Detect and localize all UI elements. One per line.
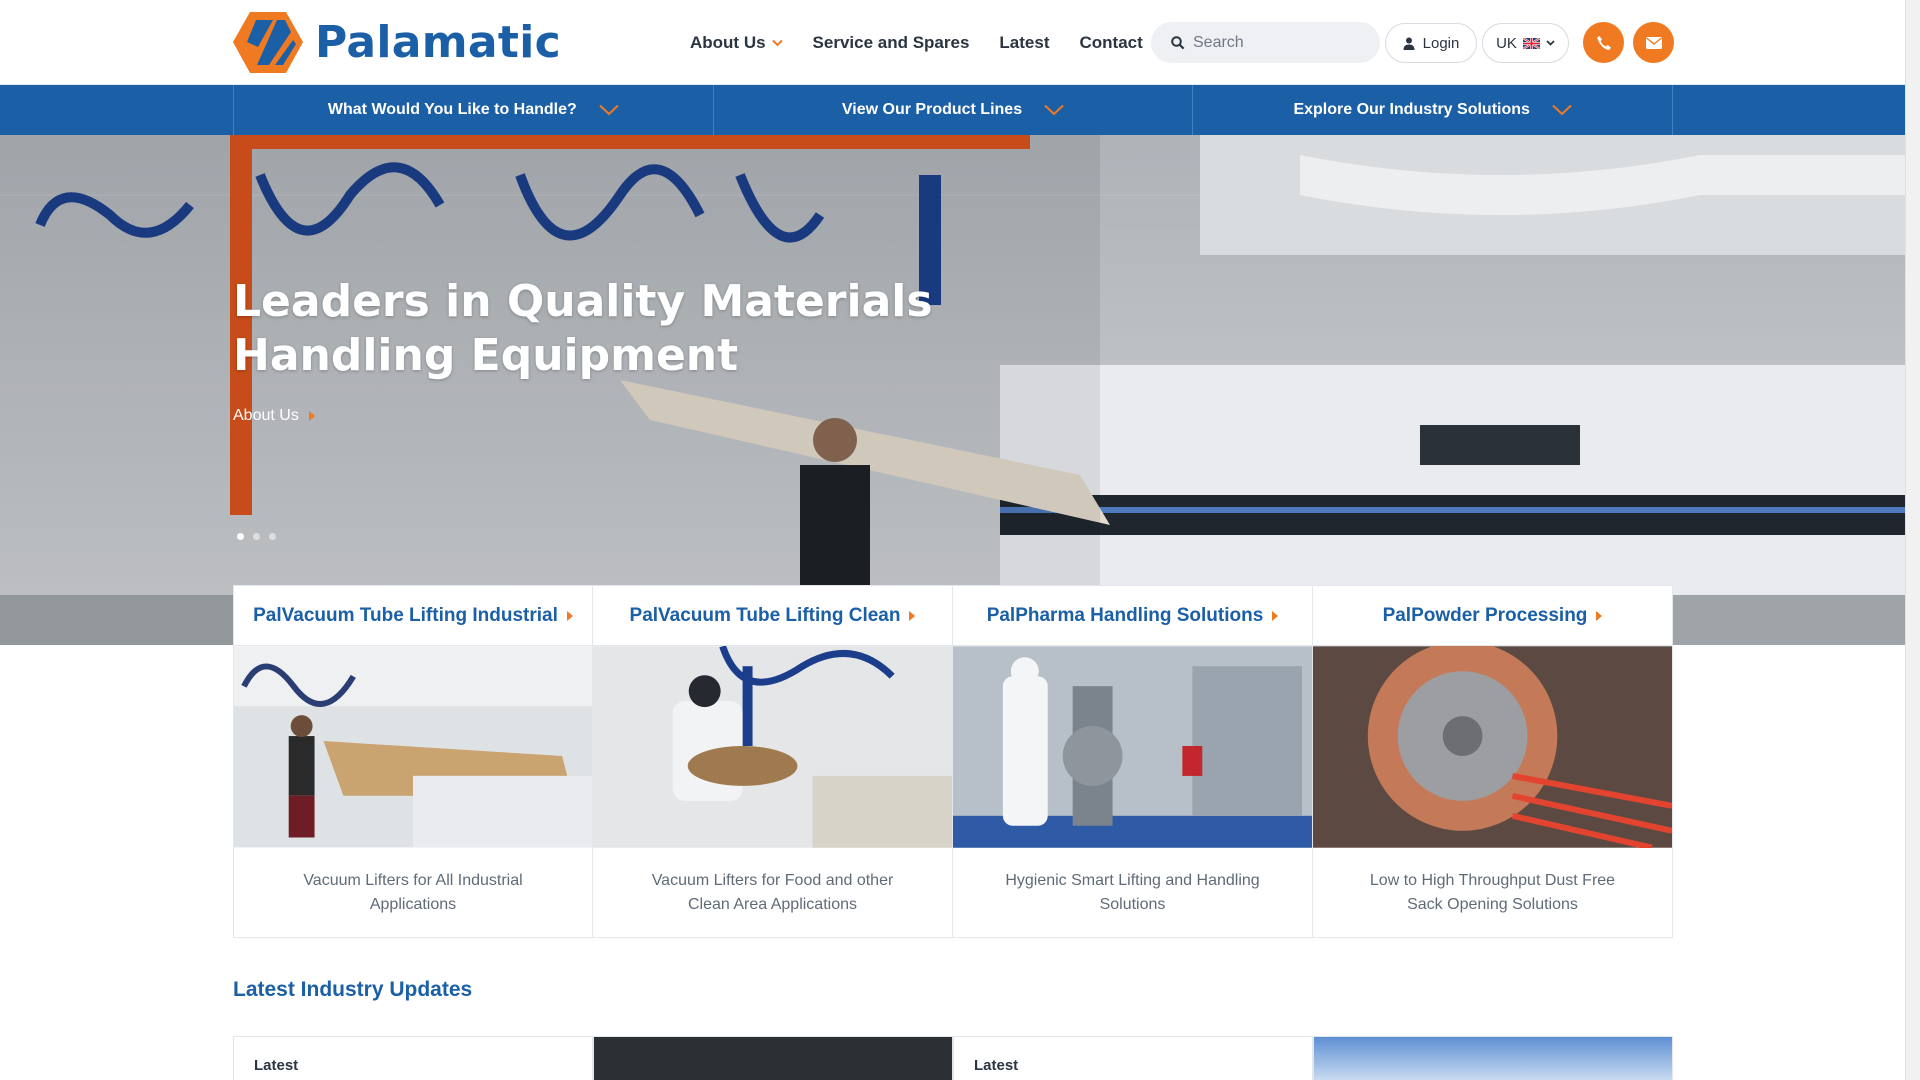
- carousel-dot[interactable]: [237, 533, 244, 540]
- industry-solutions-menu[interactable]: Explore Our Industry Solutions: [1193, 85, 1674, 135]
- phone-button[interactable]: [1583, 22, 1624, 63]
- nav-about-us[interactable]: About Us: [690, 33, 783, 53]
- chevron-down-icon: [771, 39, 783, 46]
- product-navigation-bar: What Would You Like to Handle? View Our …: [0, 85, 1905, 135]
- chevron-down-icon: [1044, 104, 1064, 116]
- chevron-down-icon: [1552, 104, 1572, 116]
- product-image: [953, 646, 1312, 848]
- product-title-text: PalPharma Handling Solutions: [986, 604, 1264, 626]
- nav-service-and-spares[interactable]: Service and Spares: [813, 33, 970, 53]
- nav-contact[interactable]: Contact: [1080, 33, 1143, 53]
- handle-menu-label: What Would You Like to Handle?: [327, 101, 577, 118]
- main-nav: About Us Service and Spares Latest Conta…: [690, 0, 1143, 85]
- hero-image: [0, 135, 1905, 645]
- chevron-down-icon: [599, 104, 619, 116]
- update-card[interactable]: Latest: [953, 1036, 1313, 1080]
- update-card[interactable]: Latest: [233, 1036, 593, 1080]
- search-icon[interactable]: [1171, 35, 1185, 50]
- update-image-card[interactable]: [593, 1036, 953, 1080]
- email-button[interactable]: [1633, 22, 1674, 63]
- product-card-title[interactable]: PalVacuum Tube Lifting Clean: [593, 586, 952, 646]
- brand-name: Palamatic: [315, 17, 561, 68]
- product-description: Vacuum Lifters for All Industrial Applic…: [303, 871, 523, 913]
- envelope-icon: [1645, 36, 1662, 49]
- product-image: [1313, 646, 1672, 848]
- update-category: Latest: [974, 1057, 1019, 1074]
- update-category: Latest: [254, 1057, 299, 1074]
- product-card[interactable]: PalPowder Processing Low to High Through…: [1313, 585, 1673, 938]
- login-label: Login: [1422, 34, 1460, 52]
- caret-right-icon: [566, 610, 573, 621]
- product-image: [234, 646, 592, 848]
- product-lines-menu-label: View Our Product Lines: [841, 101, 1023, 118]
- product-lines-menu[interactable]: View Our Product Lines: [714, 85, 1194, 135]
- region-selector[interactable]: UK: [1482, 23, 1569, 63]
- product-description: Hygienic Smart Lifting and Handling Solu…: [1005, 871, 1260, 913]
- chevron-down-icon: [1546, 40, 1555, 46]
- caret-right-icon: [909, 610, 916, 621]
- search-input[interactable]: [1193, 33, 1363, 52]
- uk-flag-icon: [1522, 37, 1540, 49]
- carousel-pagination: [237, 533, 276, 540]
- palamatic-logo-icon: [233, 12, 303, 73]
- carousel-dot[interactable]: [269, 533, 276, 540]
- nav-about-us-label: About Us: [690, 32, 766, 52]
- product-card-title[interactable]: PalVacuum Tube Lifting Industrial: [234, 586, 592, 646]
- login-button[interactable]: Login: [1385, 23, 1477, 63]
- page-scrollbar[interactable]: [1905, 0, 1920, 1080]
- product-card[interactable]: PalPharma Handling Solutions Hygienic Sm…: [953, 585, 1313, 938]
- product-card[interactable]: PalVacuum Tube Lifting Industrial Vacuum…: [233, 585, 593, 938]
- product-title-text: PalVacuum Tube Lifting Clean: [629, 604, 901, 626]
- product-description: Low to High Throughput Dust Free Sack Op…: [1369, 871, 1616, 913]
- carousel-dot[interactable]: [253, 533, 260, 540]
- industry-solutions-menu-label: Explore Our Industry Solutions: [1293, 101, 1530, 118]
- product-card-title[interactable]: PalPowder Processing: [1313, 586, 1672, 646]
- region-label: UK: [1496, 34, 1517, 52]
- product-description: Vacuum Lifters for Food and other Clean …: [651, 871, 894, 913]
- logo[interactable]: Palamatic: [233, 12, 561, 73]
- nav-latest[interactable]: Latest: [999, 33, 1049, 53]
- caret-right-icon: [1272, 610, 1279, 621]
- phone-icon: [1596, 35, 1611, 50]
- handle-menu[interactable]: What Would You Like to Handle?: [234, 85, 714, 135]
- hero-link-label: About Us: [233, 407, 299, 424]
- caret-right-icon: [308, 411, 315, 421]
- caret-right-icon: [1596, 610, 1603, 621]
- search-box: [1151, 22, 1380, 63]
- hero-carousel: Leaders in Quality Materials Handling Eq…: [0, 135, 1905, 645]
- product-image: [593, 646, 952, 848]
- product-title-text: PalVacuum Tube Lifting Industrial: [253, 604, 558, 626]
- hero-about-us-link[interactable]: About Us: [233, 407, 315, 425]
- update-image-card[interactable]: [1313, 1036, 1673, 1080]
- product-card-title[interactable]: PalPharma Handling Solutions: [953, 586, 1312, 646]
- hero-title: Leaders in Quality Materials Handling Eq…: [233, 276, 933, 381]
- latest-updates-heading: Latest Industry Updates: [233, 978, 473, 1001]
- user-icon: [1403, 37, 1415, 50]
- site-header: Palamatic About Us Service and Spares La…: [0, 0, 1905, 85]
- product-lines: PalVacuum Tube Lifting Industrial Vacuum…: [233, 585, 1674, 938]
- latest-updates-grid: Latest Latest: [233, 1036, 1674, 1080]
- product-card[interactable]: PalVacuum Tube Lifting Clean Vacuum Lift…: [593, 585, 953, 938]
- product-title-text: PalPowder Processing: [1382, 604, 1588, 626]
